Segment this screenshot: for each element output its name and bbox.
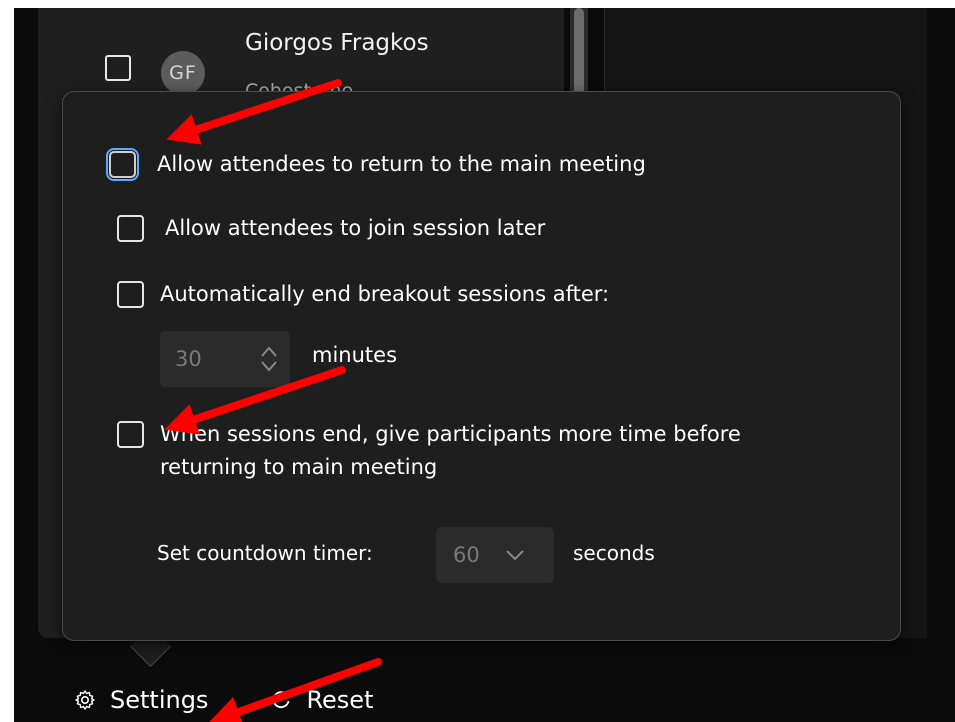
auto-end-checkbox[interactable] (117, 281, 144, 308)
stepper-value: 30 (175, 347, 202, 371)
join-later-checkbox[interactable] (117, 215, 144, 242)
settings-button[interactable]: Settings (74, 686, 208, 714)
bottom-toolbar: Settings Reset (74, 686, 373, 714)
reset-icon (273, 691, 290, 709)
breakout-app-window: GF Giorgos Fragkos Cohost, me Allow atte… (14, 8, 955, 722)
chevron-down-icon (506, 550, 524, 561)
minutes-unit: minutes (312, 343, 398, 367)
more-time-checkbox[interactable] (117, 421, 144, 448)
seconds-unit: seconds (573, 541, 655, 565)
option-join-later[interactable]: Allow attendees to join session later (117, 212, 545, 245)
avatar: GF (161, 51, 205, 95)
settings-label: Settings (110, 686, 209, 714)
countdown-select[interactable]: 60 (436, 527, 554, 583)
settings-popup: Allow attendees to return to the main me… (62, 91, 901, 641)
option-label: Allow attendees to join session later (165, 216, 546, 240)
option-auto-end[interactable]: Automatically end breakout sessions afte… (117, 278, 609, 311)
return-main-checkbox[interactable] (106, 148, 139, 181)
spin-down-icon[interactable] (259, 359, 279, 373)
participant-checkbox[interactable] (105, 55, 131, 81)
reset-button[interactable]: Reset (270, 686, 373, 714)
option-return-main[interactable]: Allow attendees to return to the main me… (106, 148, 646, 181)
spin-up-icon[interactable] (259, 345, 279, 359)
option-more-time[interactable]: When sessions end, give participants mor… (117, 418, 820, 484)
participant-name: Giorgos Fragkos (245, 30, 429, 56)
reset-label: Reset (306, 686, 374, 714)
option-label: Allow attendees to return to the main me… (157, 152, 646, 176)
countdown-label: Set countdown timer: (157, 541, 373, 565)
option-label: Automatically end breakout sessions afte… (160, 282, 610, 306)
auto-end-minutes-stepper[interactable]: 30 (160, 331, 290, 387)
gear-icon (75, 690, 95, 710)
countdown-value: 60 (453, 543, 480, 567)
option-label: When sessions end, give participants mor… (160, 422, 741, 479)
